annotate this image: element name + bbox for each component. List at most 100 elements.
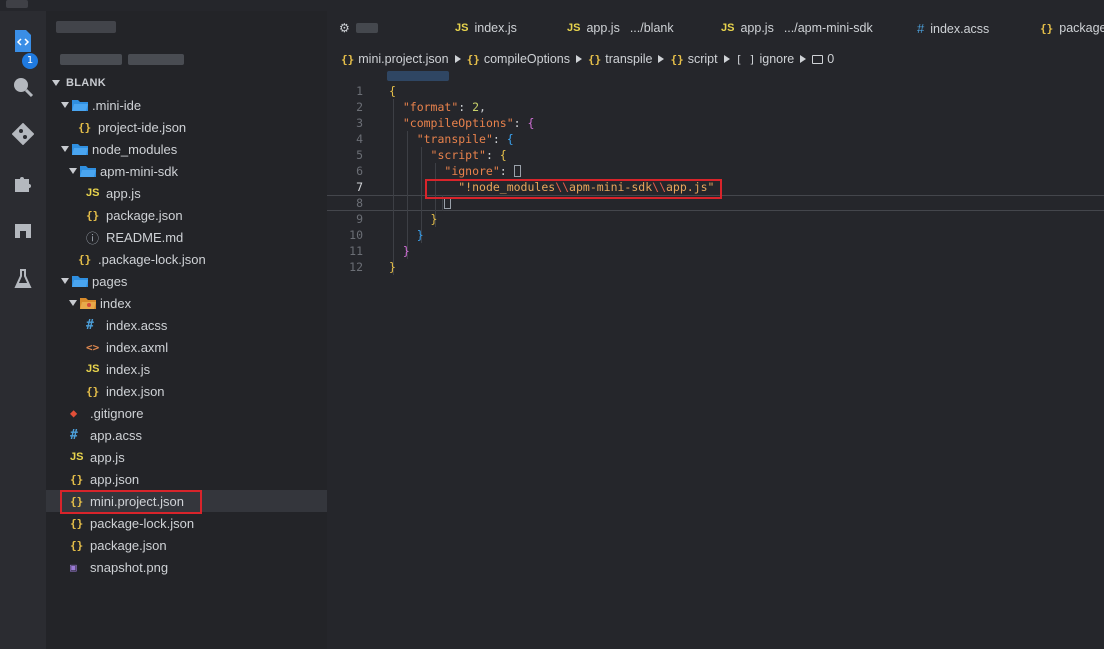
tree-item[interactable]: {} app.json bbox=[46, 468, 327, 490]
folder-open-icon bbox=[72, 94, 92, 116]
editor-tab[interactable]: JS index.js bbox=[455, 21, 517, 35]
code-text: "script": { bbox=[430, 148, 507, 162]
line-number: 7 bbox=[356, 180, 363, 194]
editor-tab[interactable]: JS app.js .../apm-mini-sdk bbox=[721, 21, 873, 35]
tree-item[interactable]: # app.acss bbox=[46, 424, 327, 446]
tree-item[interactable]: node_modules bbox=[46, 138, 327, 160]
tree-item[interactable]: ◆ .gitignore bbox=[46, 402, 327, 424]
tree-item-label: .package-lock.json bbox=[98, 251, 206, 267]
chevron-right-icon bbox=[723, 55, 730, 63]
tree-item-label: index.acss bbox=[106, 317, 168, 333]
git-icon: ◆ bbox=[70, 406, 78, 420]
tree-item[interactable]: {} package-lock.json bbox=[46, 512, 327, 534]
folder-open-icon bbox=[72, 138, 92, 160]
tree-item[interactable]: {} package.json bbox=[46, 204, 327, 226]
tree-item-label: snapshot.png bbox=[90, 559, 169, 575]
tree-item[interactable]: JS app.js bbox=[46, 446, 327, 468]
js-icon: JS bbox=[721, 22, 735, 34]
code-text: } bbox=[430, 212, 438, 226]
breadcrumb: {} mini.project.json{} compileOptions{} tra… bbox=[341, 51, 834, 67]
tree-item[interactable]: JS app.js bbox=[46, 182, 327, 204]
tree-item[interactable]: <> index.axml bbox=[46, 336, 327, 358]
tree-item[interactable]: .mini-ide bbox=[46, 94, 327, 116]
breadcrumb-item[interactable]: mini.project.json bbox=[358, 52, 448, 66]
tree-item[interactable]: JS index.js bbox=[46, 358, 327, 380]
editor-tab[interactable]: ⚙ bbox=[339, 21, 378, 35]
code-icon: <> bbox=[86, 340, 100, 354]
tree-item-label: app.js bbox=[90, 449, 125, 465]
code-line[interactable]: 4 "transpile": { bbox=[327, 131, 1104, 147]
code-line[interactable]: 7 "!node_modules\\apm-mini-sdk\\app.js" bbox=[327, 179, 1104, 195]
code-line[interactable]: 5 "script": { bbox=[327, 147, 1104, 163]
js-icon: JS bbox=[567, 22, 581, 34]
tree-item-label: index bbox=[100, 295, 132, 311]
code-editor[interactable]: 1{2 "format": 2, 3 "compileOptions": {4 "… bbox=[327, 83, 1104, 275]
editor-tab[interactable]: # index.acss bbox=[917, 21, 989, 36]
code-line[interactable]: 3 "compileOptions": { bbox=[327, 115, 1104, 131]
code-line[interactable]: 8 bbox=[327, 195, 1104, 211]
layout-icon[interactable] bbox=[11, 219, 35, 243]
tab-label: index.acss bbox=[930, 21, 990, 36]
code-line[interactable]: 12} bbox=[327, 259, 1104, 275]
code-line[interactable]: 11 } bbox=[327, 243, 1104, 259]
code-line[interactable]: 6 "ignore": bbox=[327, 163, 1104, 179]
breadcrumb-item[interactable]: 0 bbox=[827, 52, 834, 66]
tree-item-label: node_modules bbox=[92, 141, 178, 157]
tree-item[interactable]: {} .package-lock.json bbox=[46, 248, 327, 270]
code-line[interactable]: 2 "format": 2, bbox=[327, 99, 1104, 115]
line-number: 4 bbox=[356, 132, 363, 146]
editor-tab[interactable]: JS app.js .../blank bbox=[567, 21, 674, 35]
json-icon: {} bbox=[86, 208, 100, 222]
extensions-icon[interactable] bbox=[11, 171, 35, 195]
tree-item[interactable]: index bbox=[46, 292, 327, 314]
tree-item[interactable]: apm-mini-sdk bbox=[46, 160, 327, 182]
js-icon: JS bbox=[70, 451, 84, 463]
tab-label-blurred bbox=[355, 23, 378, 33]
folder-special-icon bbox=[80, 292, 100, 314]
breadcrumb-item[interactable]: ignore bbox=[759, 52, 794, 66]
json-icon: {} bbox=[70, 538, 84, 552]
editor-tab[interactable]: {} package. bbox=[1040, 21, 1104, 35]
search-icon[interactable] bbox=[11, 75, 35, 99]
tree-item[interactable]: {} mini.project.json bbox=[46, 490, 327, 512]
explorer-icon[interactable] bbox=[11, 29, 35, 53]
tree-item[interactable]: {} project-ide.json bbox=[46, 116, 327, 138]
chevron-down-icon[interactable] bbox=[58, 94, 72, 116]
hash-icon: # bbox=[86, 317, 94, 333]
tree-item[interactable]: # index.acss bbox=[46, 314, 327, 336]
code-line[interactable]: 1{ bbox=[327, 83, 1104, 99]
object-icon: {} bbox=[587, 52, 602, 66]
code-line[interactable]: 10 } bbox=[327, 227, 1104, 243]
info-icon: ⓘ bbox=[86, 231, 100, 247]
breadcrumb-item[interactable]: compileOptions bbox=[484, 52, 570, 66]
chevron-down-icon[interactable] bbox=[66, 160, 80, 182]
tree-item-label: index.axml bbox=[106, 339, 169, 355]
tree-item-label: index.json bbox=[106, 383, 165, 399]
chevron-down-icon[interactable] bbox=[58, 270, 72, 292]
breadcrumb-item[interactable]: transpile bbox=[605, 52, 652, 66]
chevron-down-icon[interactable] bbox=[66, 292, 80, 314]
js-icon: JS bbox=[86, 363, 100, 375]
section-title-label: BLANK bbox=[66, 77, 106, 89]
breadcrumb-item[interactable]: script bbox=[688, 52, 718, 66]
code-line[interactable]: 9 } bbox=[327, 211, 1104, 227]
tree-item-label: app.acss bbox=[90, 427, 143, 443]
tree-item[interactable]: ⓘ README.md bbox=[46, 226, 327, 248]
tab-path: .../blank bbox=[629, 21, 674, 35]
explorer-section-title[interactable]: BLANK bbox=[52, 75, 106, 91]
tree-item[interactable]: pages bbox=[46, 270, 327, 292]
tree-item[interactable]: ▣ snapshot.png bbox=[46, 556, 327, 578]
json-icon: {} bbox=[70, 472, 84, 486]
hash-icon: # bbox=[917, 21, 925, 36]
code-text: } bbox=[389, 260, 396, 274]
tree-item[interactable]: {} index.json bbox=[46, 380, 327, 402]
chevron-down-icon[interactable] bbox=[58, 138, 72, 160]
tab-path: .../apm-mini-sdk bbox=[783, 21, 873, 35]
tree-item[interactable]: {} package.json bbox=[46, 534, 327, 556]
flask-icon[interactable] bbox=[11, 267, 35, 291]
git-branch-icon[interactable] bbox=[11, 122, 35, 146]
tree-item-label: .gitignore bbox=[90, 405, 144, 421]
code-text: "!node_modules\\apm-mini-sdk\\app.js" bbox=[458, 180, 715, 194]
tree-item-label: apm-mini-sdk bbox=[100, 163, 179, 179]
json-icon: {} bbox=[341, 52, 355, 66]
